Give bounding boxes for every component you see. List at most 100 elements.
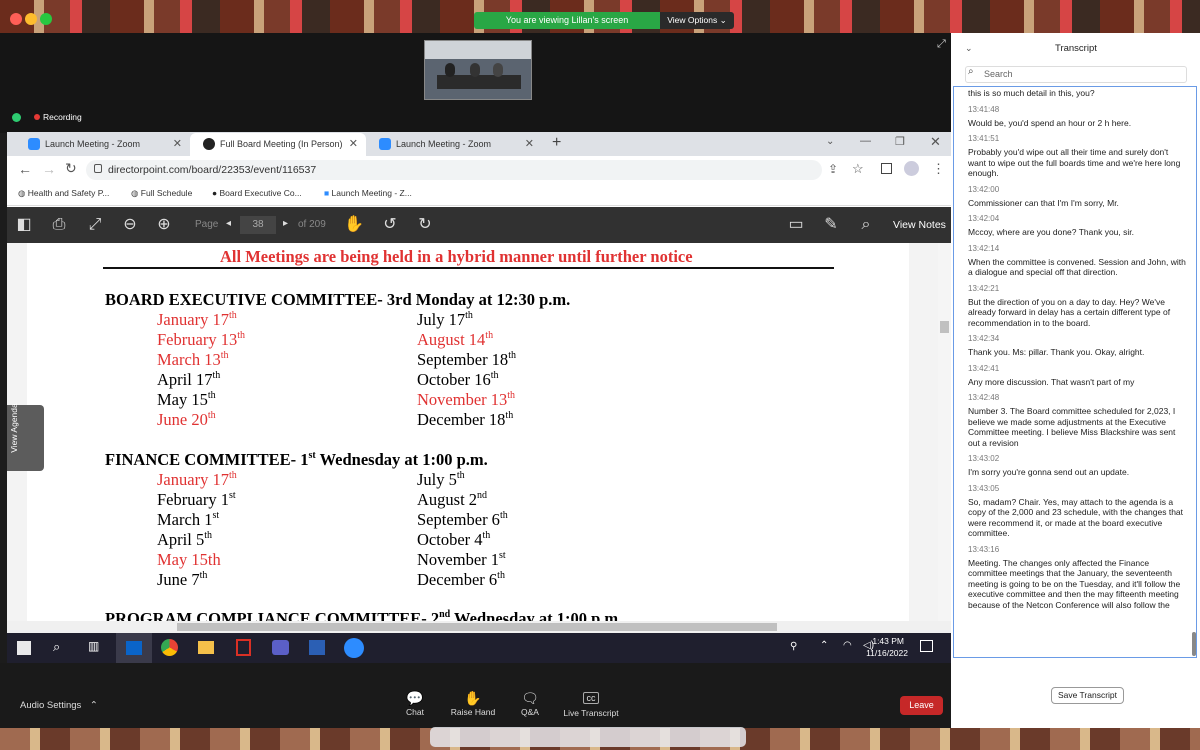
menu-kebab-icon[interactable]: ⋮	[932, 161, 945, 177]
audio-settings-button[interactable]: Audio Settings ⌃	[20, 700, 98, 711]
zoom-window-button[interactable]	[40, 13, 52, 25]
pdf-reader-icon[interactable]	[236, 639, 251, 656]
live-transcript-button[interactable]: cc Live Transcript	[556, 690, 626, 718]
transcript-timestamp: 13:43:02	[968, 454, 1000, 463]
close-tab-icon[interactable]: ✕	[349, 133, 358, 155]
tab-label: Full Board Meeting (In Person)	[220, 139, 343, 149]
collapse-chevron-icon[interactable]: ⌄	[965, 43, 973, 54]
windows-start-icon[interactable]	[17, 641, 31, 655]
sidebar-toggle-icon[interactable]: ◧	[12, 213, 36, 237]
share-icon[interactable]: ⇪	[828, 162, 838, 176]
document-scrollbar[interactable]	[938, 243, 951, 621]
wifi-icon[interactable]: ◠	[843, 640, 852, 651]
forward-icon[interactable]: →	[42, 161, 56, 177]
people-icon[interactable]: ⚲	[790, 641, 797, 652]
chrome-taskbar-icon[interactable]	[161, 639, 178, 656]
zoom-icon: ■	[324, 188, 330, 198]
teams-icon[interactable]	[272, 640, 289, 655]
taskbar-search-icon[interactable]: ⌕	[53, 639, 60, 655]
leave-button[interactable]: Leave	[900, 696, 943, 715]
transcript-scrollbar[interactable]	[1192, 632, 1196, 656]
fullscreen-icon[interactable]: ⤢	[937, 38, 946, 51]
close-window-button[interactable]	[10, 13, 22, 25]
fit-page-icon[interactable]: ⤢	[83, 213, 107, 237]
minimize-browser-button[interactable]: —	[860, 135, 871, 147]
zoom-taskbar-icon[interactable]	[344, 638, 364, 658]
transcript-line: So, madam? Chair. Yes, may attach to the…	[968, 496, 1184, 539]
tab-launch-meeting-2[interactable]: Launch Meeting - Zoom ✕	[366, 133, 542, 156]
view-agenda-tab[interactable]: View Agenda	[7, 403, 44, 471]
transcript-timestamp: 13:42:04	[968, 214, 1000, 223]
transcript-search-input[interactable]: Search	[965, 66, 1187, 83]
tray-chevron-icon[interactable]: ⌃	[820, 640, 828, 651]
tab-launch-meeting-1[interactable]: Launch Meeting - Zoom ✕	[15, 133, 190, 156]
word-icon[interactable]	[309, 640, 325, 655]
save-transcript-button[interactable]: Save Transcript	[1051, 687, 1124, 704]
clock-date[interactable]: 11/16/2022	[862, 648, 908, 658]
bookmark-label: Board Executive Co...	[219, 188, 302, 198]
transcript-list[interactable]: this is so much detail in this, you? 13:…	[953, 86, 1197, 658]
search-icon[interactable]: ⌕	[854, 213, 878, 237]
clock-time[interactable]: 1:43 PM	[866, 636, 904, 646]
profile-avatar[interactable]	[904, 161, 919, 176]
schedule-date: August 2nd	[417, 490, 488, 509]
comment-icon[interactable]: ▭	[784, 213, 808, 237]
page-total: of 209	[298, 219, 326, 230]
new-tab-button[interactable]: +	[552, 134, 561, 152]
horizontal-scrollbar[interactable]	[7, 621, 951, 633]
minimize-window-button[interactable]	[25, 13, 37, 25]
file-explorer-icon[interactable]	[198, 641, 214, 654]
tab-search-icon[interactable]: ⌄	[826, 136, 834, 147]
rotate-right-icon[interactable]: ↻	[413, 213, 437, 237]
transcript-timestamp: 13:43:16	[968, 544, 1000, 554]
schedule-date: July 17th	[417, 310, 473, 329]
zoom-in-icon[interactable]: ⊕	[152, 213, 176, 237]
page-number-input[interactable]: 38	[240, 216, 276, 234]
transcript-timestamp: 13:42:14	[968, 243, 1000, 253]
tab-full-board-meeting[interactable]: Full Board Meeting (In Person) ✕	[190, 133, 366, 156]
prev-page-icon[interactable]: ◂	[226, 218, 231, 229]
next-page-icon[interactable]: ▸	[283, 218, 288, 229]
hscroll-thumb[interactable]	[177, 623, 777, 631]
bookmark-health-safety[interactable]: ◍ Health and Safety P...	[18, 186, 109, 200]
side-panel-icon[interactable]	[881, 163, 892, 174]
zoom-out-icon[interactable]: ⊖	[118, 213, 142, 237]
close-tab-icon[interactable]: ✕	[173, 133, 182, 155]
close-tab-icon[interactable]: ✕	[525, 133, 534, 155]
transcript-line: Probably you'd wipe out all their time a…	[968, 147, 1181, 178]
view-options-button[interactable]: View Options ⌄	[660, 12, 734, 29]
reload-icon[interactable]: ↻	[65, 160, 77, 177]
scroll-thumb[interactable]	[940, 321, 949, 333]
schedule-date: June 20th	[157, 410, 216, 429]
pan-hand-icon[interactable]: ✋	[342, 213, 366, 237]
notice-divider	[103, 267, 834, 269]
url-field[interactable]: directorpoint.com/board/22353/event/1165…	[86, 160, 822, 180]
search-icon: ⌕	[968, 66, 974, 77]
bookmark-star-icon[interactable]: ☆	[852, 161, 864, 177]
notifications-icon[interactable]	[920, 640, 933, 652]
bookmark-board-executive[interactable]: ● Board Executive Co...	[212, 186, 302, 200]
view-notes-button[interactable]: View Notes	[893, 219, 946, 231]
qa-button[interactable]: 🗨 Q&A	[495, 690, 565, 717]
task-view-icon[interactable]: ▥	[88, 639, 99, 653]
schedule-date: August 14th	[417, 330, 494, 349]
close-browser-button[interactable]: ✕	[930, 134, 941, 150]
restore-browser-button[interactable]: ❐	[895, 135, 905, 148]
recording-indicator: Recording	[34, 112, 82, 122]
transcript-line: Meeting. The changes only affected the F…	[968, 557, 1181, 610]
annotate-pen-icon[interactable]: ✎	[819, 213, 843, 237]
transcript-line: I'm sorry you're gonna send out an updat…	[968, 467, 1130, 477]
mac-dock[interactable]	[430, 727, 746, 747]
schedule-date: September 18th	[417, 350, 516, 369]
bookmark-launch-meeting[interactable]: ■ Launch Meeting - Z...	[324, 186, 412, 200]
print-icon[interactable]: ⎙	[47, 213, 71, 237]
transcript-timestamp: 13:42:34	[968, 334, 1000, 343]
outlook-taskbar-icon[interactable]	[116, 633, 152, 663]
lock-icon[interactable]	[94, 164, 102, 173]
bookmark-full-schedule[interactable]: ◍ Full Schedule	[131, 186, 192, 200]
participant-video[interactable]	[424, 40, 532, 100]
rotate-left-icon[interactable]: ↺	[378, 213, 402, 237]
bookmark-label: Health and Safety P...	[27, 188, 110, 198]
page-label: Page	[195, 219, 219, 230]
back-icon[interactable]: ←	[18, 161, 32, 177]
